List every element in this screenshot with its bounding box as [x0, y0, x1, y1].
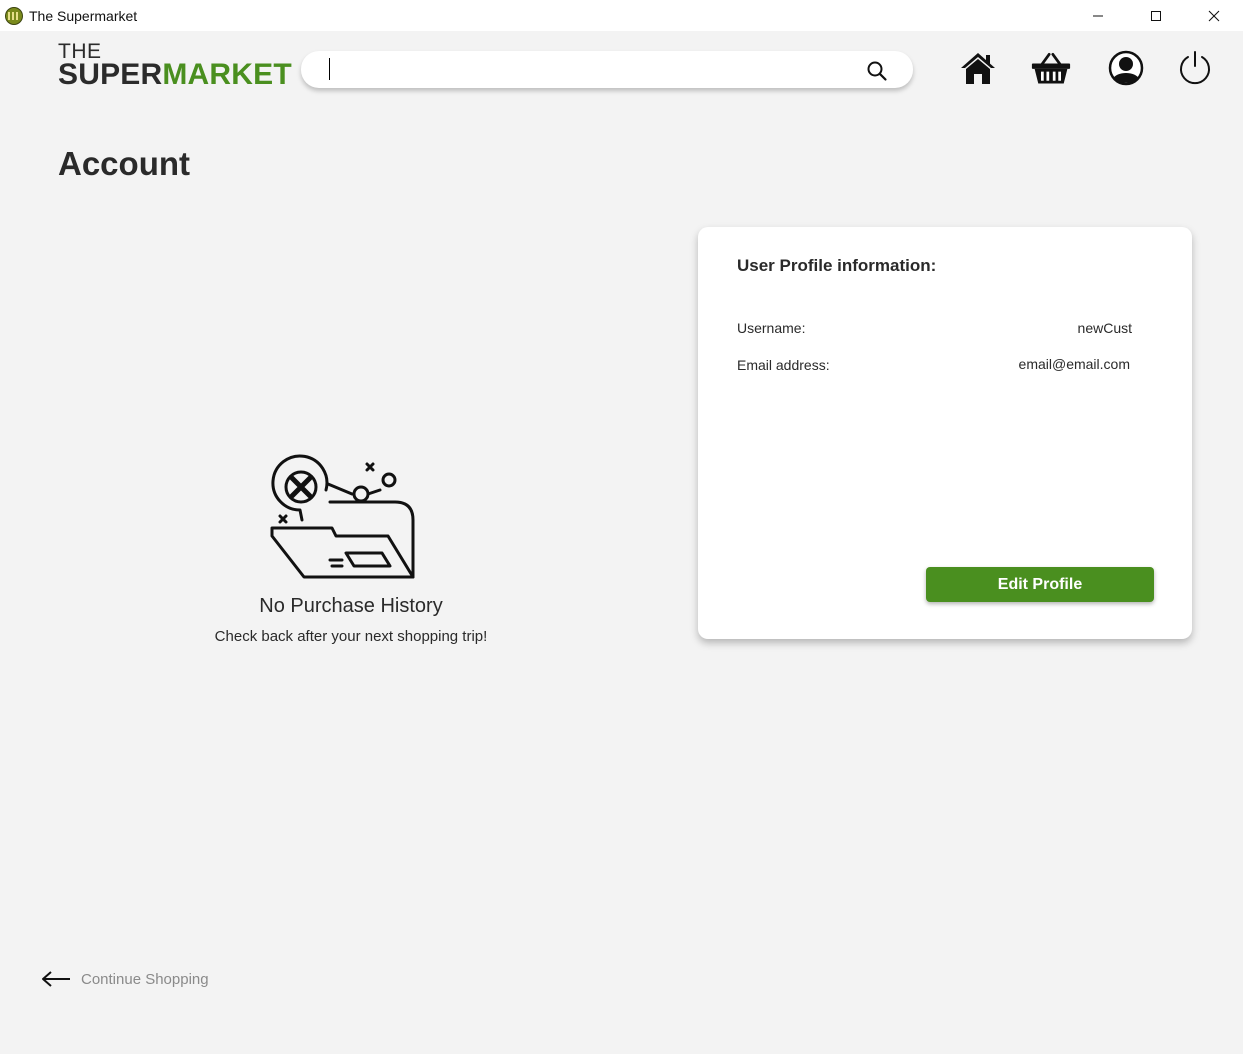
email-value: email@email.com	[1018, 356, 1130, 372]
window-title: The Supermarket	[29, 7, 138, 24]
no-purchase-history-subtitle: Check back after your next shopping trip…	[214, 628, 488, 645]
logo-super-text: SUPER	[58, 58, 163, 91]
search-input[interactable]	[327, 57, 847, 82]
supermarket-logo[interactable]: THE SUPERMARKET	[58, 41, 292, 90]
home-icon	[961, 53, 995, 84]
username-value: newCust	[1077, 320, 1132, 336]
logo-main-text: SUPERMARKET	[58, 60, 292, 90]
profile-heading: User Profile information:	[737, 256, 937, 275]
logo-market-text: MARKET	[162, 58, 292, 91]
logout-button[interactable]	[1175, 48, 1215, 88]
basket-button[interactable]	[1031, 48, 1071, 88]
minimize-icon	[1093, 15, 1103, 16]
minimize-button[interactable]	[1069, 0, 1127, 31]
text-caret	[329, 58, 330, 80]
maximize-button[interactable]	[1127, 0, 1185, 31]
close-button[interactable]	[1185, 0, 1243, 31]
user-profile-card: User Profile information: Username: newC…	[698, 227, 1192, 639]
no-purchase-history-title: No Purchase History	[259, 595, 443, 617]
account-icon	[1108, 50, 1144, 86]
basket-icon	[1031, 53, 1071, 84]
empty-folder-icon	[270, 450, 418, 587]
page-title: Account	[58, 145, 190, 182]
app-logo-icon	[5, 6, 23, 25]
close-icon	[1208, 10, 1220, 21]
arrow-left-icon	[42, 971, 70, 987]
continue-shopping-link[interactable]: Continue Shopping	[41, 969, 209, 989]
home-button[interactable]	[958, 48, 998, 88]
username-label: Username:	[737, 320, 806, 336]
email-label: Email address:	[737, 357, 830, 373]
continue-shopping-label: Continue Shopping	[81, 970, 209, 988]
search-bar[interactable]	[301, 51, 913, 88]
power-icon	[1180, 51, 1210, 85]
edit-profile-button[interactable]: Edit Profile	[926, 567, 1154, 602]
window-titlebar: The Supermarket	[0, 0, 1243, 31]
maximize-icon	[1151, 10, 1161, 21]
account-button[interactable]	[1106, 48, 1146, 88]
search-icon[interactable]	[866, 60, 888, 87]
